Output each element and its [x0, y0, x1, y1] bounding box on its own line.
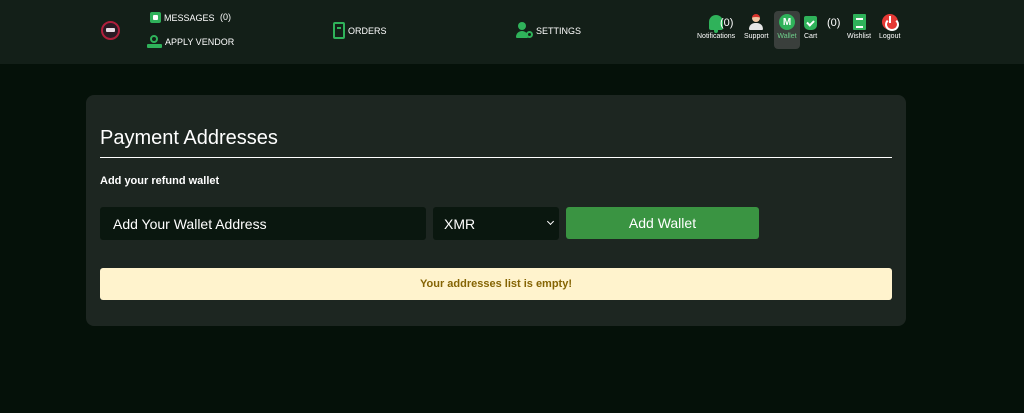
- add-wallet-button[interactable]: Add Wallet: [566, 207, 759, 239]
- title-divider: [100, 157, 892, 158]
- orders-link[interactable]: ORDERS: [333, 22, 387, 39]
- vendor-icon: [147, 35, 162, 49]
- cart-check-icon: [804, 16, 818, 30]
- apply-vendor-link[interactable]: APPLY VENDOR: [147, 35, 234, 49]
- settings-link[interactable]: SETTINGS: [516, 22, 581, 39]
- messages-count: (0): [220, 12, 231, 22]
- coin-select-value: XMR: [444, 215, 476, 232]
- empty-list-alert: Your addresses list is empty!: [100, 268, 892, 300]
- notifications-count: (0): [720, 17, 734, 29]
- wishlist-button[interactable]: Wishlist: [847, 14, 871, 40]
- top-navigation-bar: MESSAGES (0) APPLY VENDOR ORDERS SETTING…: [0, 0, 1024, 64]
- cart-button[interactable]: Cart: [804, 16, 817, 40]
- logout-button[interactable]: Logout: [879, 14, 900, 40]
- monero-icon: M: [779, 14, 795, 30]
- section-subtitle: Add your refund wallet: [100, 175, 220, 187]
- messages-label: MESSAGES: [164, 12, 215, 23]
- apply-vendor-label: APPLY VENDOR: [165, 37, 235, 47]
- site-logo[interactable]: [101, 21, 120, 40]
- orders-label: ORDERS: [348, 25, 387, 36]
- clipboard-icon: [333, 22, 345, 39]
- coin-select[interactable]: XMR: [433, 207, 559, 240]
- wallet-button[interactable]: M Wallet: [776, 14, 798, 40]
- wallet-label: Wallet: [777, 33, 797, 40]
- cart-count: (0): [827, 17, 841, 29]
- page-title: Payment Addresses: [100, 127, 278, 149]
- notifications-label: Notifications: [697, 33, 736, 40]
- logout-label: Logout: [879, 33, 901, 40]
- support-label: Support: [744, 33, 769, 40]
- chevron-down-icon: [546, 217, 555, 226]
- wallet-address-input[interactable]: [100, 207, 426, 240]
- user-gear-icon: [516, 22, 533, 39]
- payment-addresses-card: Payment Addresses Add your refund wallet…: [86, 95, 906, 326]
- messages-link[interactable]: MESSAGES: [150, 12, 215, 23]
- list-icon: [852, 14, 866, 30]
- settings-label: SETTINGS: [536, 25, 582, 36]
- power-icon: [881, 14, 899, 31]
- wishlist-label: Wishlist: [847, 33, 872, 40]
- logo-mark: [106, 28, 115, 32]
- support-agent-icon: [749, 14, 764, 30]
- support-button[interactable]: Support: [744, 14, 769, 40]
- empty-list-message: Your addresses list is empty!: [419, 278, 573, 290]
- message-icon: [150, 12, 161, 23]
- cart-label: Cart: [804, 33, 818, 40]
